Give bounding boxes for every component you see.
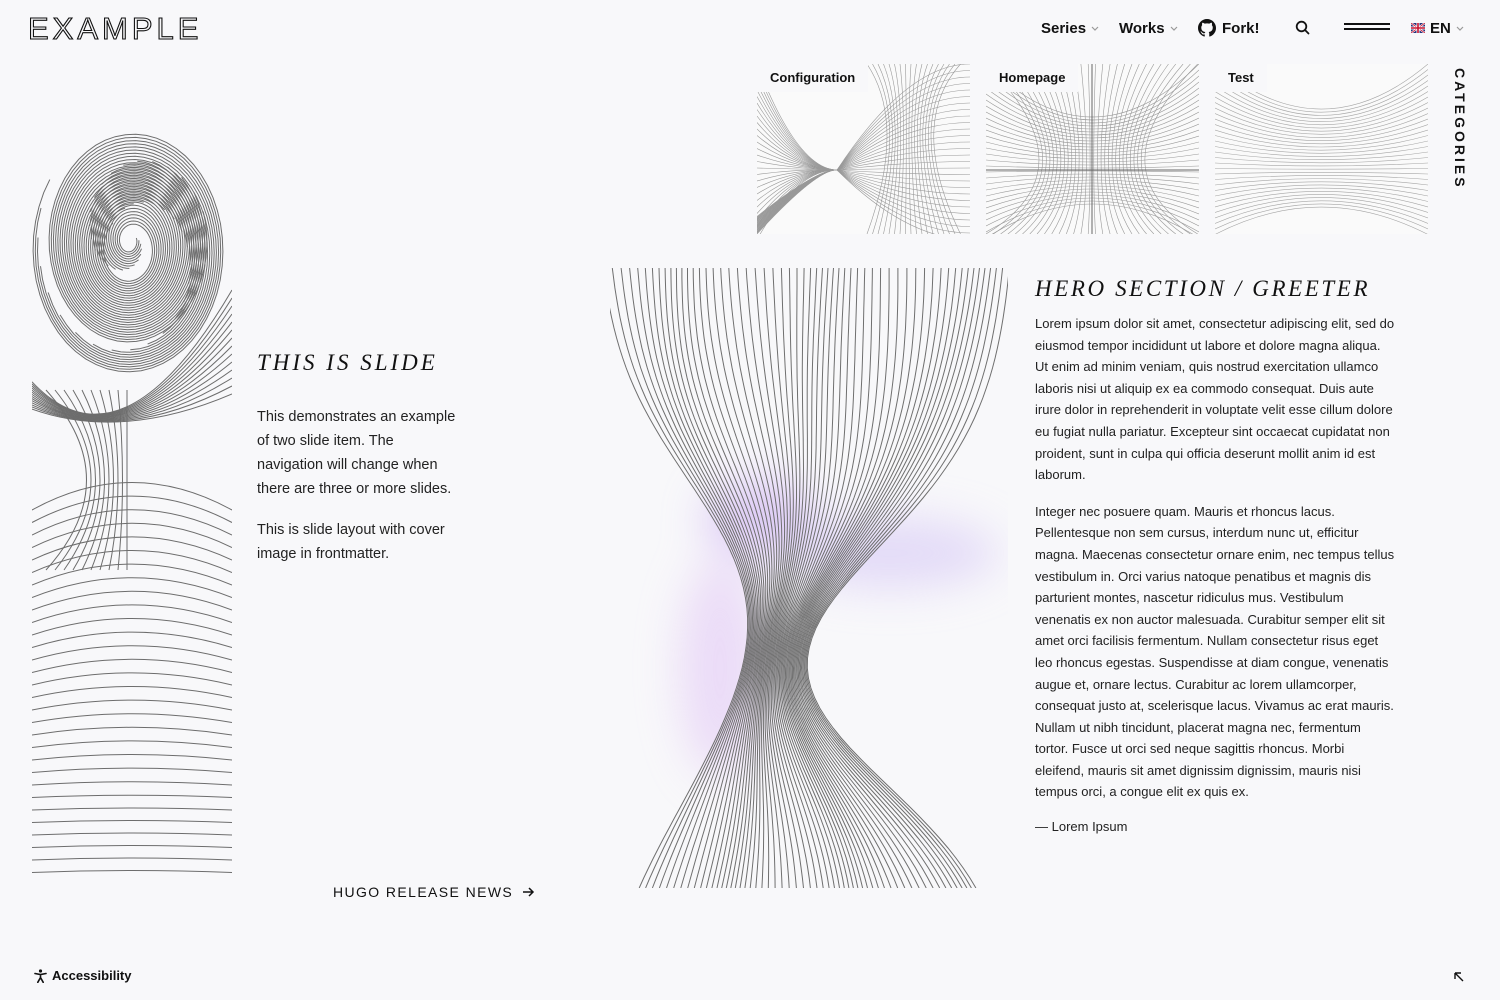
- github-icon: [1198, 19, 1216, 37]
- categories-label: CATEGORIES: [1452, 68, 1468, 190]
- hugo-release-news-link[interactable]: HUGO RELEASE NEWS: [333, 884, 535, 900]
- slide-paragraph: This demonstrates an exam­ple of two sli…: [257, 409, 456, 497]
- scroll-to-top-button[interactable]: [1452, 970, 1466, 984]
- nav-works[interactable]: Works: [1119, 16, 1179, 40]
- slide-paragraph: This is slide layout with cover image in…: [257, 522, 445, 562]
- category-label: Homepage: [986, 64, 1079, 92]
- logo-text: EXAMPLE: [28, 12, 198, 44]
- chevron-down-icon: [1170, 26, 1178, 31]
- category-label: Test: [1215, 64, 1267, 92]
- chevron-down-icon: [1091, 26, 1099, 31]
- category-card-configuration[interactable]: Configuration: [757, 64, 970, 234]
- search-icon: [1295, 20, 1310, 35]
- site-logo[interactable]: EXAMPLE: [28, 12, 198, 44]
- uk-flag-icon: [1411, 23, 1425, 33]
- arrow-up-left-icon: [1454, 972, 1464, 982]
- language-switcher[interactable]: EN: [1411, 16, 1465, 40]
- nav-fork[interactable]: Fork!: [1198, 16, 1260, 40]
- slide-body: This demonstrates an exam­ple of two sli…: [257, 405, 457, 583]
- hero-paragraph: Lorem ipsum dolor sit amet, consectetur …: [1035, 316, 1395, 483]
- search-button[interactable]: [1294, 19, 1312, 37]
- accessibility-label: Accessibility: [52, 968, 132, 983]
- accessibility-button[interactable]: Accessibility: [34, 968, 132, 983]
- hero-image: [610, 268, 1008, 888]
- slide-cover-image: [32, 90, 232, 876]
- categories-heading[interactable]: CATEGORIES: [1448, 68, 1472, 198]
- category-card-test[interactable]: Test: [1215, 64, 1428, 234]
- nav-fork-label: Fork!: [1222, 19, 1260, 37]
- release-link-label: HUGO RELEASE NEWS: [333, 884, 514, 900]
- slide-title: THIS IS SLIDE: [257, 350, 438, 375]
- category-card-homepage[interactable]: Homepage: [986, 64, 1199, 234]
- hero-body: Lorem ipsum dolor sit amet, consectetur …: [1035, 313, 1397, 818]
- hero-paragraph: Integer nec posuere quam. Mauris et rhon…: [1035, 503, 1395, 800]
- hero-signature: — Lorem Ipsum: [1035, 819, 1128, 834]
- chevron-down-icon: [1456, 26, 1464, 31]
- nav-series-label: Series: [1041, 19, 1087, 37]
- category-label: Configuration: [757, 64, 869, 92]
- language-label: EN: [1430, 19, 1451, 37]
- nav-series[interactable]: Series: [1041, 16, 1100, 40]
- hero-title: HERO SECTION / GREETER: [1035, 276, 1371, 301]
- nav-works-label: Works: [1119, 19, 1165, 37]
- accessibility-icon: [34, 968, 47, 983]
- hamburger-menu-icon[interactable]: [1344, 23, 1390, 33]
- arrow-right-icon: [523, 887, 535, 897]
